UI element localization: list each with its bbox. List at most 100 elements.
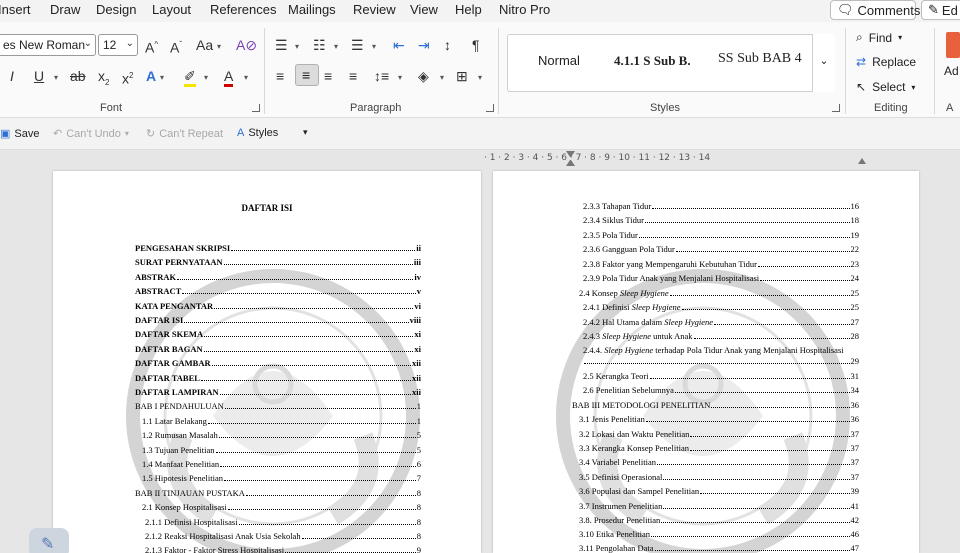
styles-more-button[interactable]: ⌄	[812, 34, 835, 92]
superscript-icon[interactable]: x2	[122, 68, 133, 87]
line-spacing-icon[interactable]: ↕≡	[374, 68, 389, 84]
toc-leader-dots	[184, 322, 409, 323]
italic-icon[interactable]: I	[10, 68, 14, 84]
toc-entry: 2.1 Konsep Hospitalisasi 8	[142, 502, 421, 514]
styles-icon: A	[237, 127, 245, 139]
toc-entry-text: 2.3.4 Siklus Tidur	[583, 215, 644, 225]
toc-entry-text: 2.3.8 Faktor yang Mempengaruhi Kebutuhan…	[583, 259, 757, 269]
paragraph-dialog-launcher-icon[interactable]	[486, 104, 494, 112]
toc-entry-text: 1.5 Hipotesis Penelitian	[142, 473, 223, 484]
toc-entry-page: 8	[416, 516, 421, 527]
tab-layout[interactable]: Layout	[152, 2, 191, 17]
increase-indent-icon[interactable]: ⇥	[418, 37, 430, 53]
pilcrow-icon[interactable]: ¶	[472, 37, 480, 53]
group-separator	[498, 28, 499, 114]
chevron-down-icon[interactable]: ▾	[372, 42, 376, 51]
decrease-indent-icon[interactable]: ⇤	[393, 37, 405, 53]
shrink-font-icon[interactable]: Aˇ	[170, 37, 182, 56]
chevron-down-icon[interactable]: ▾	[160, 73, 164, 82]
toc-entry: KATA PENGANTAR vi	[135, 301, 421, 313]
hanging-indent-marker[interactable]	[566, 160, 575, 166]
first-line-indent-marker[interactable]	[566, 151, 575, 157]
toc-entry-page: 16	[850, 201, 860, 211]
tab-mailings[interactable]: Mailings	[288, 2, 336, 17]
select-button[interactable]: ↖ Select ▾	[856, 80, 915, 94]
comment-icon: 🗨	[837, 2, 854, 17]
chevron-down-icon[interactable]: ▾	[295, 42, 299, 51]
toc-leader-dots	[218, 437, 416, 439]
tab-insert[interactable]: Insert	[0, 2, 31, 17]
sort-icon[interactable]: ↕	[444, 37, 451, 53]
toc-entry-text: 2.1 Konsep Hospitalisasi	[142, 502, 227, 513]
tab-nitro-pro[interactable]: Nitro Pro	[499, 2, 550, 17]
horizontal-ruler[interactable]: · 1 · 2 · 3 · 4 · 5 · 6 · 7 · 8 · 9 · 10…	[484, 153, 960, 165]
document-page-left[interactable]: DAFTAR ISI PENGESAHAN SKRIPSI ii SURAT PER…	[53, 171, 481, 553]
assistant-chip[interactable]: ✎	[29, 528, 69, 553]
font-size-combo[interactable]: 12 ⌄	[98, 34, 138, 56]
style-normal[interactable]: Normal	[538, 53, 580, 68]
font-dialog-launcher-icon[interactable]	[252, 104, 260, 112]
tab-draw[interactable]: Draw	[50, 2, 80, 17]
toc-leader-dots	[215, 451, 416, 453]
right-indent-marker[interactable]	[858, 158, 866, 164]
find-button[interactable]: ⌕ Find ▾	[856, 30, 902, 45]
chevron-down-icon[interactable]: ▾	[217, 42, 221, 51]
underline-icon[interactable]: U	[34, 68, 44, 84]
toc-entry: 2.1.1 Definisi Hospitalisasi 8	[145, 517, 421, 529]
style-ss-sub-bab-4[interactable]: SS Sub BAB 4	[718, 51, 802, 67]
numbering-icon[interactable]: ☷	[313, 37, 326, 53]
grow-font-icon[interactable]: A^	[145, 37, 158, 56]
group-separator	[934, 28, 935, 114]
align-left-icon[interactable]: ≡	[276, 68, 284, 84]
cursor-icon: ↖	[856, 80, 867, 94]
toc-entry-page: 37	[850, 443, 860, 453]
chevron-down-icon: ⌄	[83, 38, 92, 49]
toc-entry: 2.4.1 Definisi Sleep Hygiene 25	[583, 302, 859, 314]
shading-icon[interactable]: ◈	[418, 68, 429, 84]
toc-entry-text: KATA PENGANTAR	[135, 300, 214, 311]
chevron-down-icon[interactable]: ▾	[398, 73, 402, 82]
align-center-button[interactable]: ≡	[295, 64, 319, 86]
text-effects-icon[interactable]: A	[146, 68, 156, 84]
chevron-down-icon[interactable]: ▾	[334, 42, 338, 51]
clear-formatting-icon[interactable]: A⊘	[236, 37, 257, 53]
add-in-icon[interactable]	[946, 32, 960, 58]
toc-leader-dots	[231, 250, 416, 251]
save-button[interactable]: ▣ Save	[0, 127, 39, 141]
style-sub-bab[interactable]: 4.1.1 S Sub B.	[614, 53, 704, 69]
multilevel-list-icon[interactable]: ☰	[351, 37, 364, 53]
chevron-down-icon[interactable]: ▾	[440, 73, 444, 82]
align-right-icon[interactable]: ≡	[324, 68, 332, 84]
replace-button[interactable]: ⇄ Replace	[856, 55, 916, 69]
chevron-down-icon[interactable]: ▾	[204, 73, 208, 82]
strikethrough-icon[interactable]: ab	[70, 68, 86, 84]
tab-view[interactable]: View	[410, 2, 438, 17]
font-color-icon[interactable]: A	[224, 68, 234, 87]
font-name-combo[interactable]: es New Roman ⌄	[0, 34, 96, 56]
chevron-down-icon[interactable]: ▾	[478, 73, 482, 82]
toc-entry-text: 3.10 Etika Penelitian	[579, 529, 651, 539]
tab-design[interactable]: Design	[96, 2, 136, 17]
borders-icon[interactable]: ⊞	[456, 68, 468, 84]
repeat-button[interactable]: ↻ Can't Repeat	[146, 127, 223, 141]
change-case-icon[interactable]: Aa	[196, 37, 213, 53]
tab-review[interactable]: Review	[353, 2, 396, 17]
bullets-icon[interactable]: ☰	[275, 37, 288, 53]
toc-leader-dots	[700, 493, 850, 494]
editing-mode-button[interactable]: ✎ Ed	[921, 0, 960, 20]
justify-icon[interactable]: ≡	[349, 68, 357, 84]
tab-references[interactable]: References	[210, 2, 276, 17]
styles-dialog-launcher-icon[interactable]	[832, 104, 840, 112]
styles-qat-button[interactable]: A Styles	[237, 127, 278, 139]
chevron-down-icon[interactable]: ▾	[54, 73, 58, 82]
replace-label: Replace	[872, 55, 917, 69]
undo-button[interactable]: ↶ Can't Undo ▾	[53, 127, 129, 141]
chevron-down-icon[interactable]: ▾	[244, 73, 248, 82]
subscript-icon[interactable]: x2	[98, 68, 109, 91]
document-page-right[interactable]: 2.3.3 Tahapan Tidur 16 2.3.4 Siklus Tidur 1…	[493, 171, 919, 553]
comments-button[interactable]: 🗨 Comments	[830, 0, 920, 20]
tab-help[interactable]: Help	[455, 2, 482, 17]
customize-qat-icon[interactable]: ▾	[303, 127, 308, 138]
toc-entry-text: DAFTAR LAMPIRAN	[135, 387, 219, 397]
highlighter-icon[interactable]: ✐	[184, 68, 196, 87]
